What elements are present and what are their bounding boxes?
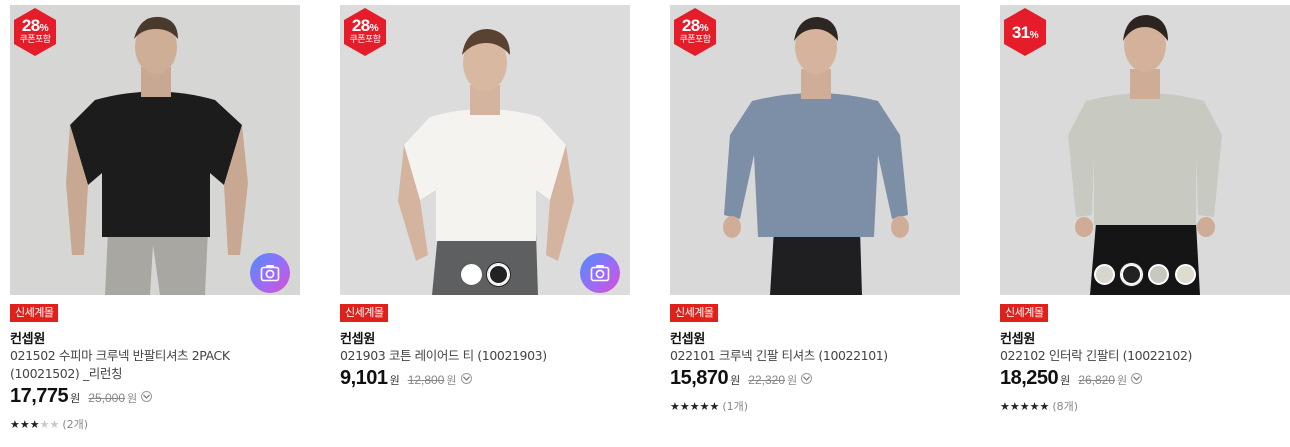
product-card[interactable]: 28% 쿠폰포함 신세계몰 컨셉원 021502 수피마 크루넥 반팔티셔츠 2… [10, 5, 300, 445]
product-card[interactable]: 28% 쿠폰포함 신세계몰 컨셉원 021903 코튼 레이어드 티 (1002… [340, 5, 630, 445]
sale-price: 15,870 [670, 367, 729, 389]
price-row: 15,870 원 22,320 원 [670, 367, 813, 390]
mall-tag: 신세계몰 [10, 304, 59, 322]
sale-price-unit: 원 [389, 374, 400, 387]
discount-percent: 28% [351, 16, 379, 35]
discount-badge: 28% 쿠폰포함 [344, 8, 386, 56]
sale-price: 9,101 [340, 367, 388, 389]
price-row: 17,775 원 25,000 원 [10, 385, 153, 408]
discount-badge: 28% 쿠폰포함 [674, 8, 716, 56]
original-price-unit: 원 [1117, 374, 1128, 387]
rating: ★★★★★ (1개) [670, 398, 748, 414]
sale-price-unit: 원 [1060, 374, 1071, 387]
product-name[interactable]: 022101 크루넥 긴팔 티셔츠 (10022101) [670, 347, 960, 365]
coupon-included-label: 쿠폰포함 [349, 35, 381, 45]
product-name[interactable]: 022102 인터락 긴팔티 (10022102) [1000, 347, 1290, 365]
star-rating-icon: ★★★★★ [670, 399, 720, 413]
sale-price: 18,250 [1000, 367, 1059, 389]
brand-name[interactable]: 컨셉원 [340, 328, 375, 347]
product-card[interactable]: 28% 쿠폰포함 신세계몰 컨셉원 022101 크루넥 긴팔 티셔츠 (100… [670, 5, 960, 445]
color-swatches [1000, 263, 1290, 286]
chevron-down-icon[interactable] [460, 373, 472, 384]
discount-badge: 31% [1004, 8, 1046, 56]
mall-tag: 신세계몰 [670, 304, 719, 322]
sale-price: 17,775 [10, 385, 69, 407]
price-row: 9,101 원 12,800 원 [340, 367, 472, 390]
original-price: 26,820 [1078, 373, 1115, 387]
review-count[interactable]: (8개) [1052, 398, 1078, 414]
star-rating-icon: ★★★★★ [10, 417, 60, 431]
product-image[interactable]: 28% 쿠폰포함 [670, 5, 960, 295]
original-price: 25,000 [88, 391, 125, 405]
product-name[interactable]: 021502 수피마 크루넥 반팔티셔츠 2PACK (10021502) _리… [10, 347, 300, 383]
price-row: 18,250 원 26,820 원 [1000, 367, 1143, 390]
discount-percent: 31% [1011, 22, 1039, 42]
review-count[interactable]: (2개) [62, 416, 88, 432]
coupon-included-label: 쿠폰포함 [19, 35, 51, 45]
sale-price-unit: 원 [70, 392, 81, 405]
product-card[interactable]: 31% 신세계몰 컨셉원 022102 인터락 긴팔티 (10022102) 1… [1000, 5, 1290, 445]
camera-icon[interactable] [580, 253, 620, 293]
original-price-unit: 원 [127, 392, 138, 405]
mall-tag: 신세계몰 [1000, 304, 1049, 322]
product-name[interactable]: 021903 코튼 레이어드 티 (10021903) [340, 347, 630, 365]
color-swatch-beige[interactable] [1175, 264, 1196, 285]
camera-glyph-icon [260, 265, 280, 282]
discount-percent: 28% [21, 16, 49, 35]
original-price: 22,320 [748, 373, 785, 387]
mall-tag: 신세계몰 [340, 304, 389, 322]
original-price-unit: 원 [787, 374, 798, 387]
star-rating-icon: ★★★★★ [1000, 399, 1050, 413]
brand-name[interactable]: 컨셉원 [670, 328, 705, 347]
product-image[interactable]: 31% [1000, 5, 1290, 295]
camera-icon[interactable] [250, 253, 290, 293]
original-price: 12,800 [407, 373, 445, 387]
discount-badge: 28% 쿠폰포함 [14, 8, 56, 56]
coupon-included-label: 쿠폰포함 [679, 35, 711, 45]
chevron-down-icon[interactable] [801, 373, 813, 384]
color-swatch-grey[interactable] [1148, 264, 1169, 285]
original-price-unit: 원 [446, 374, 457, 387]
color-swatch-black[interactable] [1120, 263, 1143, 286]
chevron-down-icon[interactable] [141, 391, 153, 402]
rating: ★★★★★ (2개) [10, 416, 88, 432]
rating: ★★★★★ (8개) [1000, 398, 1078, 414]
product-image[interactable]: 28% 쿠폰포함 [340, 5, 630, 295]
brand-name[interactable]: 컨셉원 [10, 328, 45, 347]
camera-glyph-icon [590, 265, 610, 282]
color-swatch-light-grey[interactable] [1094, 264, 1115, 285]
review-count[interactable]: (1개) [722, 398, 748, 414]
product-image[interactable]: 28% 쿠폰포함 [10, 5, 300, 295]
discount-percent: 28% [681, 16, 709, 35]
chevron-down-icon[interactable] [1131, 373, 1143, 384]
color-swatch-black[interactable] [487, 263, 510, 286]
sale-price-unit: 원 [730, 374, 741, 387]
brand-name[interactable]: 컨셉원 [1000, 328, 1035, 347]
color-swatch-white[interactable] [461, 264, 482, 285]
